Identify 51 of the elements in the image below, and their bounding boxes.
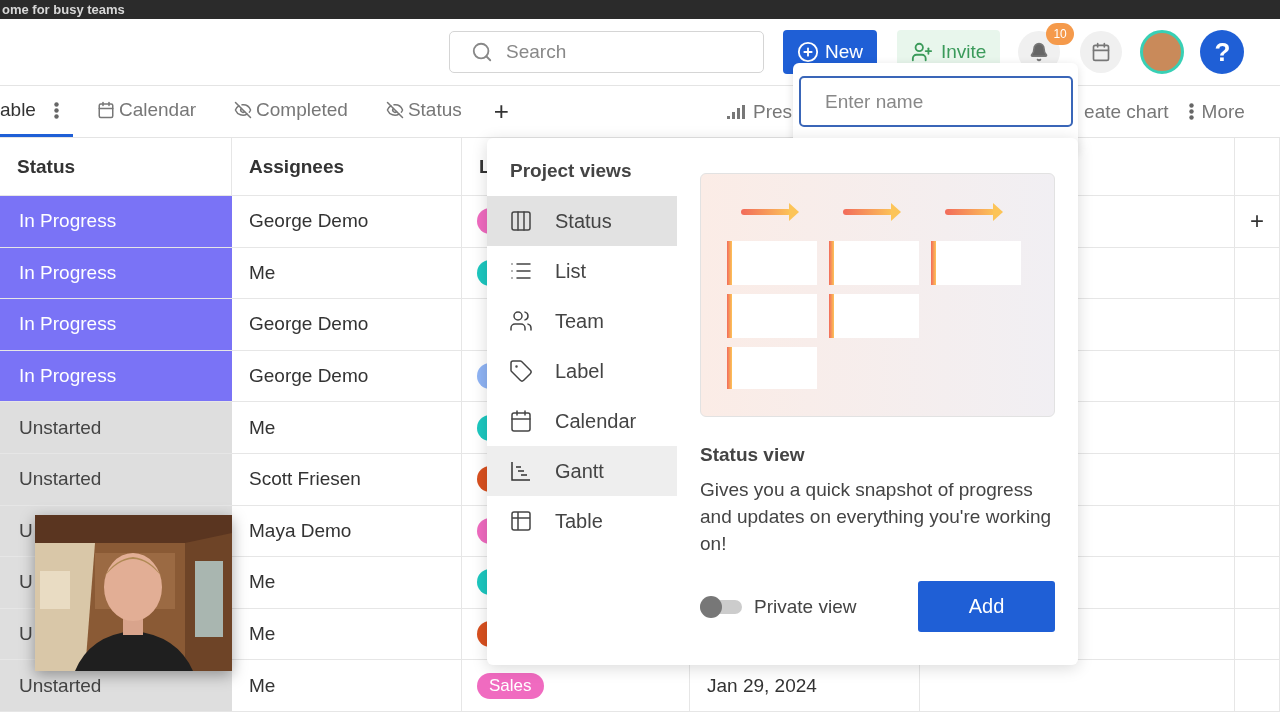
kebab-icon[interactable]	[53, 101, 59, 119]
label-tag: Sales	[477, 672, 544, 699]
preview-description: Gives you a quick snapshot of progress and updates on everything you're working on!	[700, 478, 1053, 556]
add-view-button[interactable]: +	[485, 86, 517, 137]
hidden-view-icon	[385, 101, 404, 119]
date-cell: Jan 29, 2024	[707, 674, 817, 697]
hidden-view-icon	[234, 101, 253, 119]
bell-icon	[1029, 42, 1050, 62]
calendar-button[interactable]	[1080, 31, 1123, 73]
view-tab[interactable]: able	[0, 86, 73, 137]
view-tab[interactable]: Status	[371, 86, 476, 137]
status-cell: In Progress	[0, 299, 232, 350]
view-tab[interactable]: Calendar	[82, 86, 211, 137]
status-cell: Unstarted	[0, 453, 232, 505]
search-icon	[471, 41, 493, 63]
preview-title: Status view	[700, 444, 806, 466]
toolbar-button[interactable]: Pres	[727, 86, 793, 137]
status-cell: In Progress	[0, 196, 232, 247]
status-cell: Unstarted	[0, 402, 232, 453]
help-button[interactable]: ?	[1200, 30, 1245, 74]
column-header: Status	[0, 138, 232, 195]
user-avatar[interactable]	[1140, 30, 1185, 74]
calendar-icon	[96, 101, 115, 119]
view-option[interactable]: Status	[487, 196, 677, 246]
assignee-cell: George Demo	[232, 299, 462, 350]
status-cell: In Progress	[0, 350, 232, 402]
kebab-icon[interactable]	[1188, 103, 1194, 120]
column-header: Assignees	[232, 138, 462, 195]
calendar-icon	[509, 409, 533, 433]
notification-count: 10	[1046, 23, 1074, 45]
assignee-cell: George Demo	[232, 196, 462, 247]
chart-icon	[727, 104, 745, 119]
assignee-cell: George Demo	[232, 350, 462, 402]
board-icon	[509, 209, 533, 233]
assignee-cell: Me	[232, 402, 462, 453]
search-field[interactable]: Search	[449, 31, 764, 73]
add-column-button[interactable]: +	[1250, 209, 1264, 234]
assignee-cell: Me	[232, 247, 462, 299]
menu-title: Project views	[509, 160, 633, 182]
assignee-cell: Scott Friesen	[232, 453, 462, 505]
calendar-icon	[1091, 42, 1112, 62]
people-icon	[509, 309, 533, 333]
switch-label: Private view	[754, 595, 857, 618]
status-cell: In Progress	[0, 247, 232, 299]
name-field[interactable]: Enter name	[799, 76, 1073, 127]
toolbar-button[interactable]: More	[1188, 86, 1245, 137]
add-user-icon	[911, 41, 933, 63]
add-button[interactable]: Add	[918, 581, 1055, 632]
toolbar-button[interactable]: eate chart	[1084, 86, 1169, 137]
app-title: ome for busy teams	[2, 3, 125, 16]
view-tab[interactable]: Completed	[220, 86, 362, 137]
